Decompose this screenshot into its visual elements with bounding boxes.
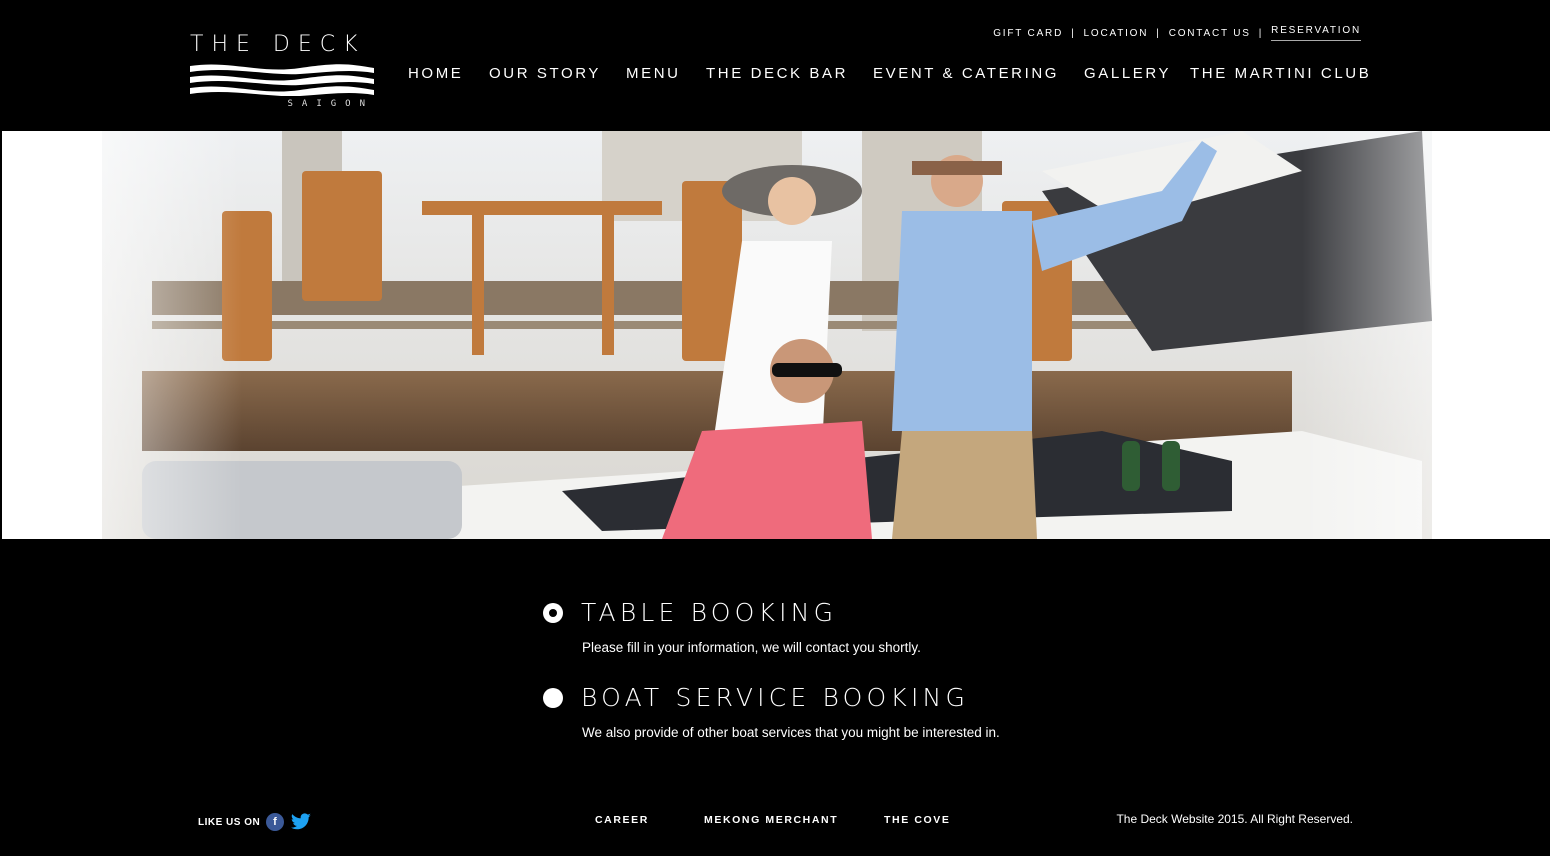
boat-service-booking-description: We also provide of other boat services t… — [582, 725, 1000, 740]
footer-mekong-merchant-link[interactable]: MEKONG MERCHANT — [704, 814, 838, 826]
table-booking-radio[interactable] — [543, 603, 563, 623]
table-booking-description: Please fill in your information, we will… — [582, 640, 921, 655]
copyright-text: The Deck Website 2015. All Right Reserve… — [1116, 812, 1353, 826]
boat-service-booking-radio[interactable] — [543, 688, 563, 708]
like-us-label: LIKE US ON — [198, 816, 261, 828]
nav-separator: | — [1156, 27, 1161, 39]
gift-card-link[interactable]: GIFT CARD — [993, 28, 1063, 39]
hero-banner — [2, 131, 1550, 539]
contact-us-link[interactable]: CONTACT US — [1169, 28, 1251, 39]
nav-the-deck-bar[interactable]: THE DECK BAR — [706, 65, 848, 82]
site-header: THE DECK SAIGON GIFT CARD | LOCATION | C… — [0, 0, 1550, 131]
logo-waves-icon — [190, 64, 374, 96]
main-nav: HOME OUR STORY MENU THE DECK BAR EVENT &… — [408, 65, 1371, 83]
nav-home[interactable]: HOME — [408, 65, 463, 82]
table-booking-title: TABLE BOOKING — [581, 598, 838, 627]
nav-the-martini-club[interactable]: THE MARTINI CLUB — [1190, 65, 1371, 82]
footer-the-cove-link[interactable]: THE COVE — [884, 814, 950, 826]
nav-event-catering[interactable]: EVENT & CATERING — [873, 65, 1059, 82]
the-deck-logo[interactable]: THE DECK SAIGON — [190, 32, 376, 114]
hero-photo — [2, 131, 1550, 539]
utility-nav: GIFT CARD | LOCATION | CONTACT US | RESE… — [993, 25, 1361, 41]
nav-separator: | — [1258, 27, 1264, 39]
site-footer: LIKE US ON f CAREER MEKONG MERCHANT THE … — [0, 800, 1550, 840]
nav-gallery[interactable]: GALLERY — [1084, 65, 1171, 82]
social-like: LIKE US ON f — [198, 813, 312, 831]
footer-career-link[interactable]: CAREER — [595, 814, 649, 826]
nav-menu[interactable]: MENU — [626, 65, 681, 82]
nav-our-story[interactable]: OUR STORY — [489, 65, 601, 82]
location-link[interactable]: LOCATION — [1084, 28, 1149, 39]
logo-subtitle: SAIGON — [287, 99, 374, 109]
boat-service-booking-title: BOAT SERVICE BOOKING — [581, 683, 970, 712]
logo-title: THE DECK — [190, 32, 366, 57]
facebook-icon[interactable]: f — [266, 813, 285, 831]
reservation-link[interactable]: RESERVATION — [1271, 25, 1361, 41]
twitter-icon[interactable] — [290, 813, 312, 831]
nav-separator: | — [1071, 27, 1076, 39]
